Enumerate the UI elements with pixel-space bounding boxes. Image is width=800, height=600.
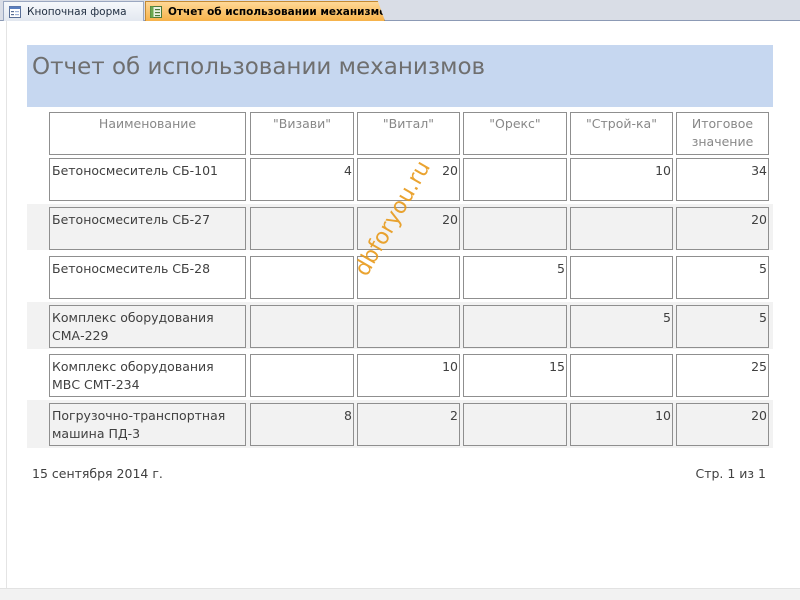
- row-oreks-cell: [463, 305, 567, 348]
- row-oreks-cell: 15: [463, 354, 567, 397]
- row-name-cell: Комплекс оборудования СМА-229: [49, 305, 246, 348]
- row-vital-cell: 2: [357, 403, 460, 446]
- report-date: 15 сентября 2014 г.: [32, 466, 163, 481]
- tab-switchboard-form-label: Кнопочная форма: [27, 5, 127, 18]
- report-icon: [150, 5, 162, 18]
- tab-switchboard-form[interactable]: Кнопочная форма: [3, 1, 144, 21]
- row-stroika-cell: 5: [570, 305, 673, 348]
- row-oreks-cell: [463, 207, 567, 250]
- row-total-cell: 5: [676, 305, 769, 348]
- bottom-edge: [0, 588, 800, 600]
- column-header-total: Итоговое значение: [676, 112, 769, 155]
- row-stroika-cell: 10: [570, 403, 673, 446]
- column-header-stroika: "Строй-ка": [570, 112, 673, 155]
- tab-usage-report[interactable]: Отчет об использовании механизмов: [145, 1, 385, 21]
- tab-usage-report-label: Отчет об использовании механизмов: [168, 5, 394, 18]
- column-header-vizavi: "Визави": [250, 112, 354, 155]
- row-total-cell: 25: [676, 354, 769, 397]
- row-total-cell: 20: [676, 207, 769, 250]
- row-oreks-cell: 5: [463, 256, 567, 299]
- page-number: Стр. 1 из 1: [695, 466, 766, 481]
- form-icon: [9, 5, 21, 18]
- row-total-cell: 20: [676, 403, 769, 446]
- row-name-cell: Бетоносмеситель СБ-27: [49, 207, 246, 250]
- row-vizavi-cell: [250, 354, 354, 397]
- row-vizavi-cell: 4: [250, 158, 354, 201]
- row-total-cell: 5: [676, 256, 769, 299]
- row-vital-cell: [357, 305, 460, 348]
- report-title: Отчет об использовании механизмов: [32, 54, 486, 80]
- row-vizavi-cell: [250, 256, 354, 299]
- row-vizavi-cell: 8: [250, 403, 354, 446]
- row-name-cell: Погрузочно-транспортная машина ПД-3: [49, 403, 246, 446]
- row-stroika-cell: [570, 256, 673, 299]
- row-oreks-cell: [463, 403, 567, 446]
- row-vizavi-cell: [250, 207, 354, 250]
- column-header-vital: "Витал": [357, 112, 460, 155]
- row-stroika-cell: [570, 207, 673, 250]
- column-header-oreks: "Орекс": [463, 112, 567, 155]
- row-vital-cell: 10: [357, 354, 460, 397]
- report-header: Отчет об использовании механизмов: [27, 45, 773, 107]
- row-stroika-cell: [570, 354, 673, 397]
- page-left-rule: [6, 21, 7, 590]
- row-name-cell: Бетоносмеситель СБ-101: [49, 158, 246, 201]
- column-header-name: Наименование: [49, 112, 246, 155]
- row-stroika-cell: 10: [570, 158, 673, 201]
- row-name-cell: Бетоносмеситель СБ-28: [49, 256, 246, 299]
- row-oreks-cell: [463, 158, 567, 201]
- row-name-cell: Комплекс оборудования МВС СМТ-234: [49, 354, 246, 397]
- row-vizavi-cell: [250, 305, 354, 348]
- row-total-cell: 34: [676, 158, 769, 201]
- document-tab-strip: Кнопочная форма Отчет об использовании м…: [0, 0, 800, 21]
